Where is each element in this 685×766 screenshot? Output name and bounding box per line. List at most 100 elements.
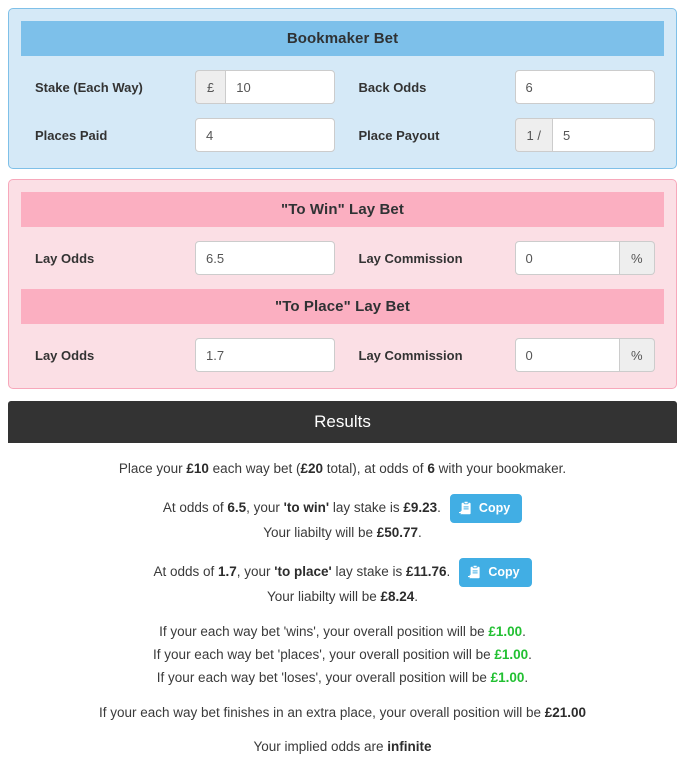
- place-lay-odds-label: Lay Odds: [35, 347, 95, 363]
- win-lay-commission-group: Lay Commission %: [343, 241, 665, 275]
- extra-place-value: £21.00: [544, 704, 587, 720]
- place-line-post: with your bookmaker.: [434, 461, 567, 476]
- place-liability-pre: Your liabilty will be: [266, 588, 381, 604]
- win-liability-value: £50.77: [376, 524, 419, 540]
- win-lay-commission-label: Lay Commission: [358, 250, 463, 266]
- place-payout-label: Place Payout: [358, 127, 440, 143]
- outcome-lose-value: £1.00: [490, 669, 525, 685]
- place-bet-line: Place your £10 each way bet (£20 total),…: [18, 459, 667, 480]
- win-lay-pre: At odds of: [162, 499, 228, 515]
- place-payout-input[interactable]: [551, 118, 655, 152]
- win-lay-odds: 6.5: [227, 499, 247, 515]
- place-bet-instruction: Place your £10 each way bet (£20 total),…: [18, 459, 667, 480]
- implied-odds-block: Your implied odds are infinite: [18, 737, 667, 758]
- outcome-win-value: £1.00: [488, 623, 523, 639]
- copy-button-label: Copy: [478, 501, 511, 516]
- outcome-place-value: £1.00: [494, 646, 529, 662]
- extra-place-position: If your each way bet finishes in an extr…: [18, 703, 667, 724]
- win-lay-liability-line: Your liabilty will be £50.77.: [18, 523, 667, 544]
- outcome-lose-pre: If your each way bet 'loses', your overa…: [156, 669, 491, 685]
- stake-input[interactable]: [225, 70, 335, 104]
- bookmaker-row-1: Stake (Each Way) £ Back Odds: [21, 70, 664, 104]
- outcome-lose-post: .: [524, 669, 529, 685]
- stake-field-group: Stake (Each Way) £: [21, 70, 343, 104]
- currency-prefix-addon: £: [195, 70, 226, 104]
- to-place-lay-bet-title: "To Place" Lay Bet: [21, 289, 664, 324]
- to-place-lay-row: Lay Odds Lay Commission %: [21, 338, 664, 372]
- place-line-pre: Place your: [118, 461, 187, 476]
- place-line-stake: £10: [186, 461, 209, 476]
- copy-button-label: Copy: [488, 565, 520, 580]
- place-lay-odds: 1.7: [217, 563, 237, 579]
- clipboard-icon: [468, 564, 482, 580]
- outcome-place-line: If your each way bet 'places', your over…: [18, 645, 667, 666]
- win-lay-stake: £9.23: [403, 499, 438, 515]
- place-lay-stake-row: At odds of 1.7, your 'to place' lay stak…: [18, 557, 667, 587]
- back-odds-label: Back Odds: [358, 79, 427, 95]
- place-line-mid1: each way bet (: [208, 461, 301, 476]
- to-win-lay-bet-title: "To Win" Lay Bet: [21, 192, 664, 227]
- to-place-lay-result: At odds of 1.7, your 'to place' lay stak…: [18, 557, 667, 608]
- places-paid-input-group: [195, 118, 335, 152]
- place-lay-mid2: lay stake is: [331, 563, 406, 579]
- place-lay-pre: At odds of: [153, 563, 218, 579]
- place-lay-liability-line: Your liabilty will be £8.24.: [18, 587, 667, 608]
- win-lay-commission-input[interactable]: [514, 241, 620, 275]
- win-liability-pre: Your liabilty will be: [263, 524, 377, 540]
- to-win-lay-row: Lay Odds Lay Commission %: [21, 241, 664, 275]
- place-payout-field-group: Place Payout 1 /: [343, 118, 665, 152]
- place-line-odds: 6: [427, 461, 435, 476]
- places-paid-label: Places Paid: [35, 127, 108, 143]
- fraction-prefix-addon: 1 /: [514, 118, 552, 152]
- bookmaker-bet-title: Bookmaker Bet: [21, 21, 664, 56]
- win-lay-stake-text: At odds of 6.5, your 'to win' lay stake …: [163, 498, 441, 519]
- win-lay-stake-row: At odds of 6.5, your 'to win' lay stake …: [18, 493, 667, 523]
- place-lay-commission-label: Lay Commission: [358, 347, 463, 363]
- implied-odds-value: infinite: [387, 739, 432, 755]
- back-odds-input[interactable]: [514, 70, 655, 104]
- outcome-win-line: If your each way bet 'wins', your overal…: [18, 622, 667, 643]
- extra-place-line: If your each way bet finishes in an extr…: [18, 703, 667, 724]
- back-odds-input-group: [514, 70, 655, 104]
- place-lay-mid: , your: [236, 563, 275, 579]
- clipboard-icon: [458, 500, 473, 516]
- place-payout-input-group: 1 /: [514, 118, 655, 152]
- places-paid-field-group: Places Paid: [21, 118, 343, 152]
- win-lay-mid: , your: [246, 499, 284, 515]
- outcome-win-post: .: [522, 623, 526, 639]
- bookmaker-bet-panel: Bookmaker Bet Stake (Each Way) £ Back Od…: [8, 8, 677, 169]
- places-paid-input[interactable]: [195, 118, 335, 152]
- to-win-lay-result: At odds of 6.5, your 'to win' lay stake …: [18, 493, 667, 544]
- lay-bet-panel: "To Win" Lay Bet Lay Odds Lay Commission…: [8, 179, 677, 389]
- copy-place-lay-stake-button[interactable]: Copy: [459, 557, 532, 587]
- extra-place-pre: If your each way bet finishes in an extr…: [98, 704, 545, 720]
- place-lay-commission-group: Lay Commission %: [343, 338, 665, 372]
- win-lay-odds-input[interactable]: [195, 241, 335, 275]
- place-line-mid2: total), at odds of: [323, 461, 428, 476]
- win-lay-odds-input-group: [195, 241, 335, 275]
- calculator-page: Bookmaker Bet Stake (Each Way) £ Back Od…: [0, 0, 685, 766]
- win-liability-post: .: [418, 524, 422, 540]
- outcome-win-pre: If your each way bet 'wins', your overal…: [159, 623, 489, 639]
- outcome-lose-line: If your each way bet 'loses', your overa…: [18, 668, 667, 689]
- implied-odds-pre: Your implied odds are: [253, 739, 388, 755]
- place-lay-odds-input-group: [195, 338, 335, 372]
- win-lay-type: 'to win': [283, 499, 330, 515]
- place-liability-value: £8.24: [380, 588, 415, 604]
- results-panel: Results Place your £10 each way bet (£20…: [8, 401, 677, 766]
- outcome-place-post: .: [528, 646, 532, 662]
- place-lay-odds-input[interactable]: [195, 338, 335, 372]
- back-odds-field-group: Back Odds: [343, 70, 665, 104]
- stake-input-group: £: [195, 70, 335, 104]
- percent-suffix-addon: %: [619, 338, 655, 372]
- place-lay-type: 'to place': [274, 563, 332, 579]
- place-lay-odds-group: Lay Odds: [21, 338, 343, 372]
- place-lay-stake-text: At odds of 1.7, your 'to place' lay stak…: [153, 562, 450, 583]
- place-lay-commission-input[interactable]: [514, 338, 620, 372]
- win-lay-commission-input-group: %: [514, 241, 655, 275]
- copy-win-lay-stake-button[interactable]: Copy: [449, 493, 523, 523]
- place-lay-commission-input-group: %: [514, 338, 655, 372]
- place-line-total: £20: [300, 461, 323, 476]
- win-lay-odds-group: Lay Odds: [21, 241, 343, 275]
- outcome-place-pre: If your each way bet 'places', your over…: [153, 646, 495, 662]
